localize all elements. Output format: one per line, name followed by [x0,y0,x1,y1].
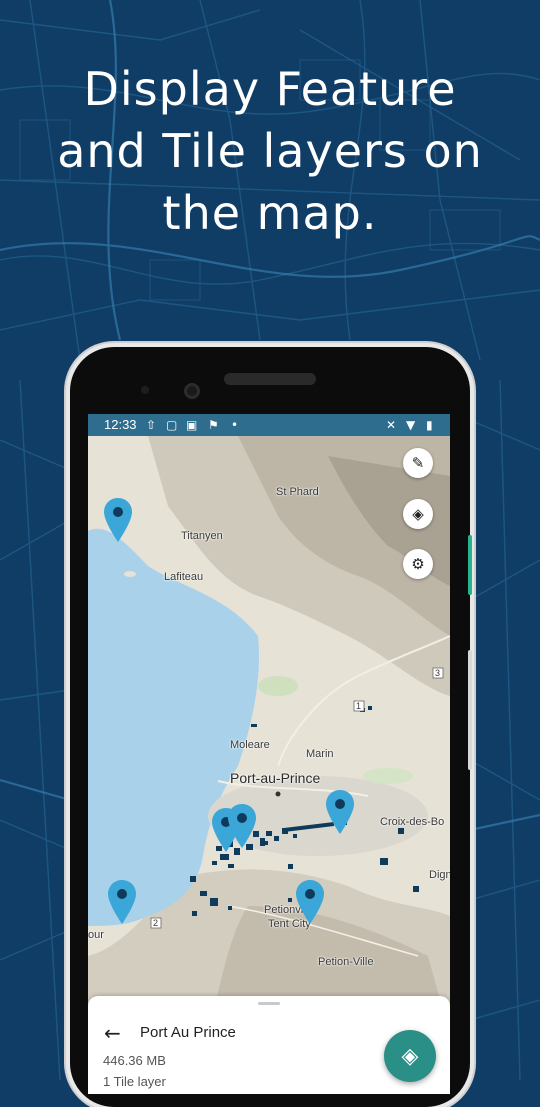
sheet-size: 446.36 MB [103,1053,166,1068]
headline: Display Feature and Tile layers on the m… [0,58,540,244]
dot-icon: • [231,418,239,432]
place-lafiteau: Lafiteau [164,571,204,583]
gear-icon: ⚙ [411,555,425,573]
phone-screen: 12:33 ⇧ ▢ ▣ ⚑ • ✕ ▼ ▮ 1 3 2 St Phard Tit… [88,414,450,1094]
place-port-au-prince: Port-au-Prince [230,770,321,786]
headline-line-3: the map. [162,186,378,240]
sheet-layer-count: 1 Tile layer [103,1074,166,1089]
map-marker[interactable] [326,790,354,834]
status-bar: 12:33 ⇧ ▢ ▣ ⚑ • ✕ ▼ ▮ [88,414,450,436]
phone-camera [184,383,200,399]
edit-button[interactable]: ✎ [403,448,433,478]
status-time: 12:33 [104,417,137,432]
place-moleare: Moleare [230,739,270,751]
place-st-phard: St Phard [276,486,319,498]
sheet-title: Port Au Prince [140,1024,236,1041]
wifi-icon: ▼ [406,418,416,432]
map-marker[interactable] [108,880,136,924]
settings-button[interactable]: ⚙ [403,549,433,579]
headline-line-2: and Tile layers on [57,124,483,178]
place-carrefour-partial: our [88,929,104,941]
add-layer-icon: ◈ [401,1043,419,1069]
map-view[interactable]: 1 3 2 St Phard Titanyen Lafiteau Moleare… [88,436,450,1036]
sheet-drag-handle[interactable] [258,1002,280,1005]
place-marin: Marin [306,748,334,760]
layers-button[interactable]: ◈ [403,499,433,529]
battery-icon: ▮ [426,418,433,432]
back-arrow-icon[interactable]: ← [104,1021,121,1045]
phone-side-button-green [468,535,472,595]
place-croix-des-bo: Croix-des-Bo [380,816,445,828]
phone-volume-button [468,650,472,770]
gallery-icon: ▣ [186,418,198,432]
map-marker[interactable] [228,804,256,848]
add-layer-button[interactable]: ◈ [384,1030,436,1082]
flag-icon: ⚑ [208,418,219,432]
phone-sensor [141,386,149,394]
map-marker[interactable] [104,498,132,542]
phone-speaker [224,373,316,385]
edit-icon: ✎ [411,454,425,472]
headline-line-1: Display Feature [83,62,457,116]
upload-icon: ⇧ [146,418,157,432]
map-canvas [88,436,450,1036]
place-titanyen: Titanyen [181,530,223,542]
lock-icon: ▢ [166,418,178,432]
road-shield-1: 1 [356,701,362,711]
map-marker[interactable] [296,880,324,924]
road-shield-3: 3 [435,668,441,678]
layers-icon: ◈ [412,505,424,523]
road-shield-2: 2 [153,918,159,928]
place-digne: Digne [429,869,450,881]
no-sound-icon: ✕ [386,418,397,432]
place-petion-ville: Petion-Ville [318,956,374,968]
